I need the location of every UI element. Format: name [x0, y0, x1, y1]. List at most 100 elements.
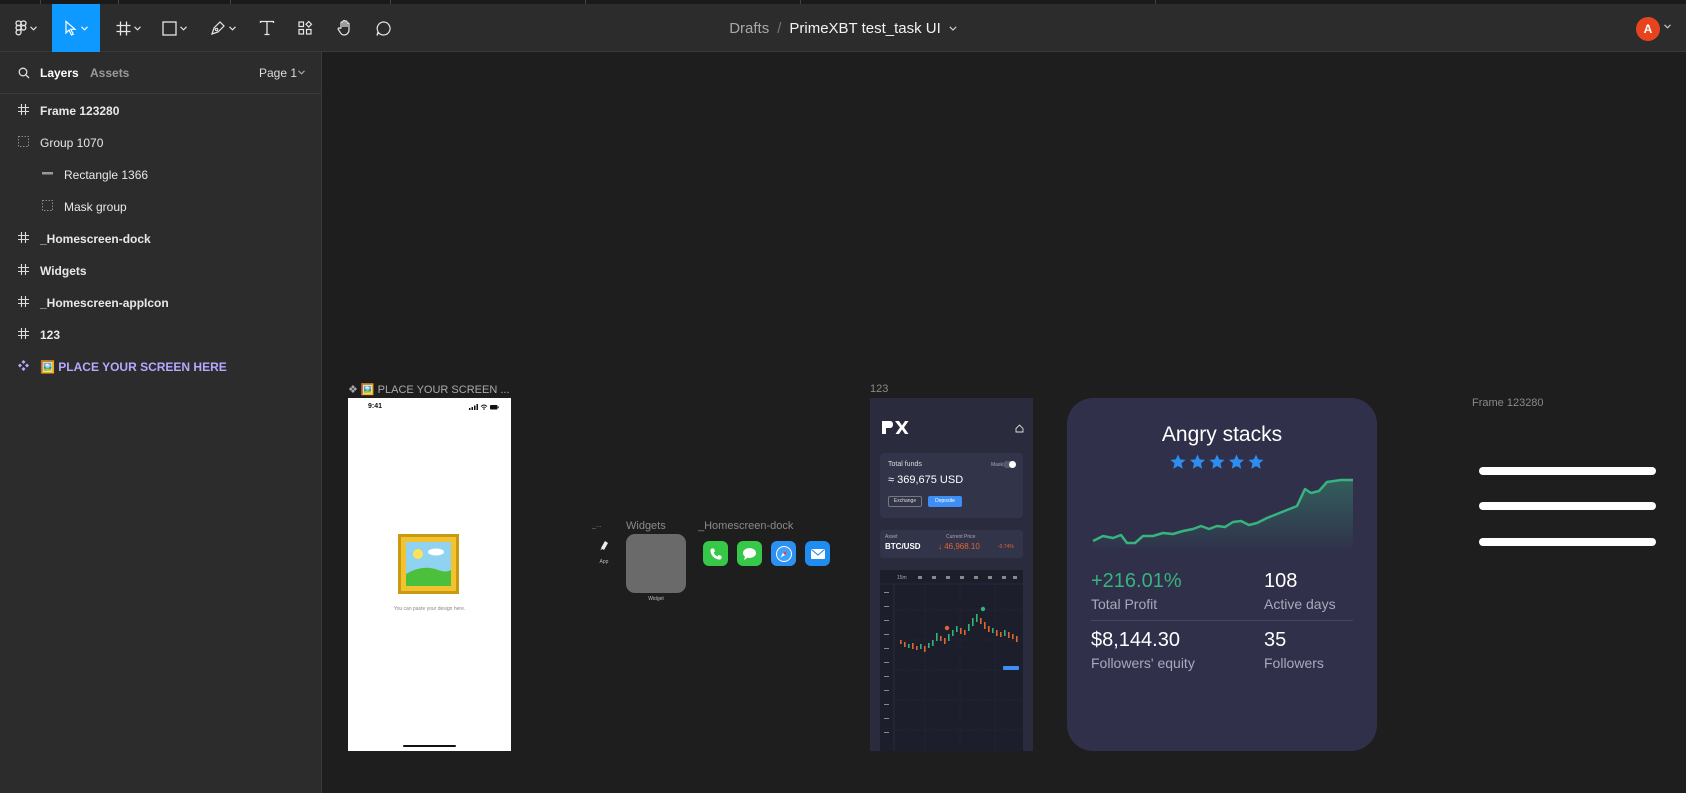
file-name[interactable]: PrimeXBT test_task UI: [789, 20, 940, 37]
frame-tool-button[interactable]: [110, 4, 146, 52]
search-icon[interactable]: [18, 67, 30, 79]
active-days-value: 108: [1264, 570, 1298, 592]
px-logo-icon: [882, 421, 909, 434]
page-selector[interactable]: Page 1: [259, 66, 297, 80]
chevron-down-icon: [81, 25, 88, 31]
frame-label-dock[interactable]: _Homescreen-dock: [698, 520, 793, 532]
pen-tool-button[interactable]: [205, 4, 241, 52]
total-funds-value: ≈ 369,675 USD: [888, 474, 964, 486]
deposit-button[interactable]: Deposite: [928, 496, 962, 507]
trader-name: Angry stacks: [1161, 423, 1283, 446]
exchange-button[interactable]: Exchange: [888, 496, 922, 507]
rating-stars-icon: [1170, 454, 1264, 469]
comment-tool-button[interactable]: [368, 4, 398, 52]
frame-icon: [18, 296, 29, 307]
menu-line[interactable]: [1479, 502, 1656, 510]
frame-label-place-screen[interactable]: ❖ 🖼️ PLACE YOUR SCREEN ...: [348, 383, 510, 396]
home-icon[interactable]: [1015, 424, 1024, 433]
layer-mask-group[interactable]: Mask group: [0, 190, 322, 222]
menu-line[interactable]: [1479, 467, 1656, 475]
mask-toggle[interactable]: [1003, 461, 1016, 468]
chevron-down-icon[interactable]: [298, 70, 305, 75]
profit-sparkline: [1092, 478, 1353, 548]
move-tool-button[interactable]: [52, 4, 100, 52]
frame-label-123280[interactable]: Frame 123280: [1472, 397, 1544, 409]
app-icon-frame[interactable]: App: [592, 533, 616, 567]
cursor-icon: [65, 20, 77, 36]
home-indicator: [403, 745, 456, 747]
active-days-label: Active days: [1264, 596, 1336, 612]
mask-label: Mask: [991, 462, 1003, 468]
widget-placeholder[interactable]: [626, 534, 686, 593]
main-menu-button[interactable]: [8, 4, 44, 52]
layer-name: Frame 123280: [40, 104, 120, 118]
frame-label-app-icon[interactable]: _...: [592, 522, 602, 529]
status-time: 9:41: [368, 403, 383, 410]
followers-equity-value: $8,144.30: [1091, 629, 1180, 651]
layer-name: 123: [40, 328, 61, 342]
layer-name: Widgets: [40, 264, 87, 278]
paste-hint: You can paste your design here.: [393, 606, 466, 612]
followers-label: Followers: [1264, 655, 1324, 671]
rectangle-icon: [42, 172, 53, 175]
asset-value: BTC/USD: [885, 542, 921, 551]
followers-equity-label: Followers' equity: [1091, 655, 1195, 671]
hand-icon: [337, 19, 350, 36]
toolbar: Drafts / PrimeXBT test_task UI A: [0, 0, 1686, 52]
frame-icon: [18, 328, 29, 339]
layers-panel: Layers Assets Page 1 Frame 123280 Group …: [0, 52, 322, 793]
asset-card: Asset BTC/USD Current Price ↓ 46,968.10 …: [880, 530, 1023, 558]
trading-chart[interactable]: 15m: [880, 570, 1023, 751]
chevron-down-icon: [133, 25, 141, 31]
phone-icon[interactable]: [703, 541, 728, 566]
layer-widgets[interactable]: Widgets: [0, 254, 322, 286]
tab-assets[interactable]: Assets: [90, 66, 129, 80]
layer-homescreen-dock[interactable]: _Homescreen-dock: [0, 222, 322, 254]
breadcrumb-drafts[interactable]: Drafts: [729, 20, 769, 37]
widget-caption: Widget: [648, 596, 664, 602]
layer-place-your-screen[interactable]: 🖼️ PLACE YOUR SCREEN HERE: [0, 350, 322, 382]
layer-homescreen-appicon[interactable]: _Homescreen-appIcon: [0, 286, 322, 318]
breadcrumb-separator: /: [777, 19, 782, 37]
app-icon: [592, 533, 616, 557]
followers-value: 35: [1264, 629, 1287, 651]
frame-label-widgets[interactable]: Widgets: [626, 520, 666, 532]
layer-group-1070[interactable]: Group 1070: [0, 126, 322, 158]
layer-rectangle-1366[interactable]: Rectangle 1366: [0, 158, 322, 190]
tab-layers[interactable]: Layers: [40, 66, 79, 80]
frame-icon: [18, 264, 29, 275]
price-value: ↓ 46,968.10: [938, 542, 980, 551]
total-funds-label: Total funds: [888, 461, 922, 468]
comment-icon: [375, 20, 391, 36]
rectangle-icon: [161, 20, 177, 36]
safari-icon[interactable]: [771, 541, 796, 566]
px-app-frame[interactable]: Total funds Mask ≈ 369,675 USD Exchange …: [870, 398, 1033, 751]
layer-name: Mask group: [64, 200, 127, 214]
avatar[interactable]: A: [1636, 17, 1660, 41]
total-funds-card: Total funds Mask ≈ 369,675 USD Exchange …: [880, 453, 1023, 518]
price-change: -0.74%: [998, 544, 1014, 550]
text-tool-button[interactable]: [252, 4, 282, 52]
layer-frame-123280[interactable]: Frame 123280: [0, 94, 322, 126]
messages-icon[interactable]: [737, 541, 762, 566]
hand-tool-button[interactable]: [328, 4, 362, 52]
place-screen-frame[interactable]: 9:41 You can paste your design here.: [348, 398, 511, 751]
group-icon: [18, 136, 29, 147]
app-icon-caption: App: [599, 559, 609, 565]
trader-stats-card[interactable]: Angry stacks +216.01% Total Profit 108 A…: [1067, 398, 1377, 751]
layer-name: _Homescreen-dock: [40, 232, 151, 246]
resources-tool-button[interactable]: [290, 4, 320, 52]
shape-tool-button[interactable]: [156, 4, 192, 52]
group-icon: [42, 200, 53, 211]
chevron-down-icon[interactable]: [949, 25, 957, 31]
mail-icon[interactable]: [805, 541, 830, 566]
figma-logo-icon: [15, 20, 27, 36]
layer-name: Rectangle 1366: [64, 168, 149, 182]
chevron-down-icon[interactable]: [1664, 24, 1671, 29]
layer-123[interactable]: 123: [0, 318, 322, 350]
frame-label-123[interactable]: 123: [870, 383, 888, 395]
stats-divider: [1091, 620, 1353, 621]
layer-name: _Homescreen-appIcon: [40, 296, 169, 310]
pen-icon: [211, 21, 225, 35]
menu-line[interactable]: [1479, 538, 1656, 546]
